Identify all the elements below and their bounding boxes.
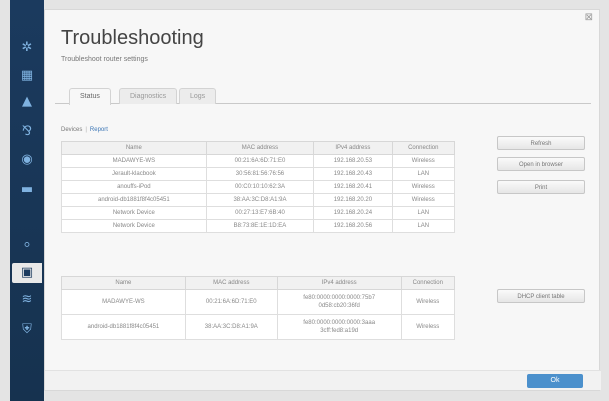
device-table-ipv6: Name MAC address IPv4 address Connection MA… [61,276,456,340]
table-cell: android-db1881f8f4c05451 [61,314,186,340]
table-row: Network Device B8:73:8E:1E:1D:EA 192.168.2… [61,219,456,233]
column-header: IPv4 address [276,276,402,290]
subnav-report[interactable]: Report [90,127,108,133]
table-row: Jerault-klacbook 30:56:81:56:76:56 192.168… [61,167,456,181]
table-row: anouffs-iPod 00:C0:10:10:62:3A 192.168.20.… [61,180,456,194]
status-subnav: Devices | Report [61,127,108,133]
wireless-icon[interactable]: ≋ [17,290,37,310]
table-cell: LAN [391,219,456,233]
table-row: MADAWYE-WS 00:21:6A:6D:71:E0 192.168.20.53… [61,154,456,168]
sidebar: ✲ ▦ ▲ ⅋ ◉ ▬ ⸰ ▣ ≋ ⛨ [10,0,44,401]
table-row: MADAWYE-WS 00:21:6A:6D:71:E0 fe80:0000:000… [61,289,456,315]
table-row: android-db1881f8f4c05451 38:AA:3C:D8:A1:9… [61,314,456,340]
security-icon[interactable]: ⛨ [17,320,37,340]
table-cell: Jerault-klacbook [61,167,207,181]
table-cell: 30:56:81:56:76:56 [205,167,315,181]
ok-button[interactable]: Ok [527,374,583,388]
speed-icon[interactable]: ▬ [17,180,37,200]
table-cell: Wireless [391,154,456,168]
table-cell: 38:AA:3C:D8:A1:9A [205,193,315,207]
open-in-browser-button[interactable]: Open in browser [497,157,585,171]
column-header: Connection [400,276,456,290]
table-cell: Wireless [400,289,456,315]
table-cell: 00:21:6A:6D:71:E0 [205,154,315,168]
table-cell: Network Device [61,219,207,233]
table-cell: fe80:0000:0000:0000:3aaa 3cff:fed8:a19d [276,314,402,340]
column-header: MAC address [205,141,315,155]
column-header: IPv4 address [313,141,393,155]
troubleshooting-panel: ⊠ Troubleshooting Troubleshoot router se… [44,9,601,391]
subnav-devices[interactable]: Devices [61,127,82,133]
column-header: Connection [391,141,456,155]
refresh-button[interactable]: Refresh [497,136,585,150]
table-cell: B8:73:8E:1E:1D:EA [205,219,315,233]
print-button[interactable]: Print [497,180,585,194]
table-cell: 192.168.20.41 [313,180,393,194]
network-map-icon[interactable]: ✲ [17,38,37,58]
table-row: android-db1881f8f4c05451 38:AA:3C:D8:A1:9… [61,193,456,207]
column-header: MAC address [184,276,278,290]
table-cell: 00:C0:10:10:62:3A [205,180,315,194]
tab-bar: Status Diagnostics Logs [55,88,591,105]
device-table-ipv4: Name MAC address IPv4 address Connection MA… [61,141,456,233]
tab-diagnostics[interactable]: Diagnostics [119,88,178,104]
table-row: Network Device 00:27:13:E7:6B:40 192.168.2… [61,206,456,220]
table-cell: Wireless [400,314,456,340]
table-header-row: Name MAC address IPv4 address Connection [61,141,456,155]
table-cell: 38:AA:3C:D8:A1:9A [184,314,278,340]
table-cell: Wireless [391,180,456,194]
devices-icon[interactable]: ▦ [17,66,37,86]
column-header: Name [61,276,186,290]
table-cell: MADAWYE-WS [61,154,207,168]
table-cell: 192.168.20.53 [313,154,393,168]
table-cell: 00:21:6A:6D:71:E0 [184,289,278,315]
table-cell: LAN [391,206,456,220]
table-cell: Wireless [391,193,456,207]
table-cell: 00:27:13:E7:6B:40 [205,206,315,220]
app-frame: ✲ ▦ ▲ ⅋ ◉ ▬ ⸰ ▣ ≋ ⛨ ⊠ Troubleshooting Troubleshoo… [0,0,609,401]
table-cell: anouffs-iPod [61,180,207,194]
table-cell: fe80:0000:0000:0000:75b7 0d58:cb20:36fd [276,289,402,315]
close-icon[interactable]: ⊠ [585,12,593,23]
table-cell: 192.168.20.20 [313,193,393,207]
table-cell: 192.168.20.43 [313,167,393,181]
page-subtitle: Troubleshoot router settings [61,56,148,63]
table-cell: android-db1881f8f4c05451 [61,193,207,207]
table-header-row: Name MAC address IPv4 address Connection [61,276,456,290]
dhcp-client-table-button[interactable]: DHCP client table [497,289,585,303]
tab-status[interactable]: Status [69,88,111,105]
troubleshooting-icon[interactable]: ▣ [12,263,42,283]
column-header: Name [61,141,207,155]
table-cell: LAN [391,167,456,181]
table-cell: 192.168.20.56 [313,219,393,233]
tab-logs[interactable]: Logs [179,88,217,104]
table-cell: Network Device [61,206,207,220]
alert-icon[interactable]: ▲ [17,92,37,112]
parental-icon[interactable]: ⅋ [17,122,37,142]
connectivity-icon[interactable]: ⸰ [17,236,37,256]
table-cell: 192.168.20.24 [313,206,393,220]
media-icon[interactable]: ◉ [17,150,37,170]
table-cell: MADAWYE-WS [61,289,186,315]
footer-bar: Ok [45,370,601,390]
page-title: Troubleshooting [61,27,204,49]
